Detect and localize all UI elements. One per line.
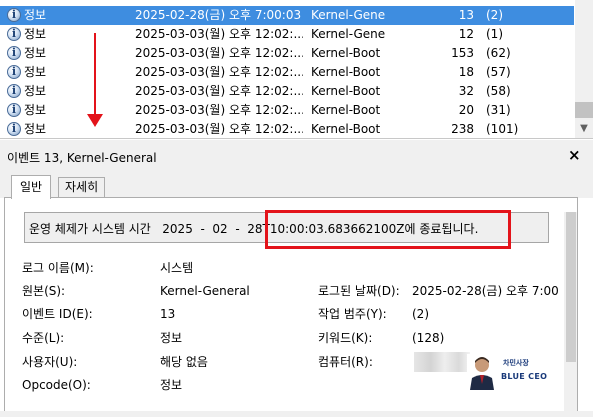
event-row[interactable]: 정보 2025-03-03(월) 오후 12:02:... Kernel-Boo… [0, 120, 574, 138]
panel-scrollbar[interactable] [564, 212, 577, 416]
event-id-label: 이벤트 ID(E): [22, 307, 93, 321]
event-source: Kernel-Gener [311, 8, 386, 22]
event-row[interactable]: 정보 2025-03-03(월) 오후 12:02:... Kernel-Boo… [0, 82, 574, 101]
event-category: (57) [486, 65, 511, 79]
event-date: 2025-03-03(월) 오후 12:02:... [135, 46, 303, 60]
computer-label: 컴퓨터(R): [318, 355, 373, 369]
event-date: 2025-02-28(금) 오후 7:00:03 [135, 8, 302, 22]
keywords-label: 키워드(K): [318, 331, 373, 345]
event-level: 정보 [24, 122, 47, 136]
level-label: 수준(L): [22, 331, 65, 345]
event-id: 20 [458, 103, 474, 117]
event-category: (62) [486, 46, 511, 60]
detail-header: 이벤트 13, Kernel-General × [0, 140, 593, 172]
event-source: Kernel-Boot [311, 103, 381, 117]
event-row[interactable]: 정보 2025-03-03(월) 오후 12:02:... Kernel-Gen… [0, 25, 574, 44]
event-row[interactable]: 정보 2025-03-03(월) 오후 12:02:... Kernel-Boo… [0, 44, 574, 63]
event-level: 정보 [24, 84, 47, 98]
event-category: (101) [486, 122, 519, 136]
event-date: 2025-03-03(월) 오후 12:02:... [135, 122, 303, 136]
event-date: 2025-03-03(월) 오후 12:02:... [135, 27, 303, 41]
event-level: 정보 [24, 103, 47, 117]
event-row[interactable]: 정보 2025-03-03(월) 오후 12:02:... Kernel-Boo… [0, 63, 574, 82]
info-icon [7, 8, 21, 22]
task-category-label: 작업 범주(Y): [318, 307, 387, 321]
event-row[interactable]: 정보 2025-03-03(월) 오후 12:02:... Kernel-Boo… [0, 101, 574, 120]
source-value: Kernel-General [160, 284, 250, 298]
event-level: 정보 [24, 27, 47, 41]
event-category: (58) [486, 84, 511, 98]
event-category: (31) [486, 103, 511, 117]
bottom-strip [0, 411, 593, 417]
event-level: 정보 [24, 46, 47, 60]
level-value: 정보 [160, 331, 183, 345]
event-category: (1) [486, 27, 503, 41]
event-category: (2) [486, 8, 503, 22]
info-icon [7, 122, 21, 136]
event-source: Kernel-Boot [311, 65, 381, 79]
event-level: 정보 [24, 8, 47, 22]
event-source: Kernel-Boot [311, 122, 381, 136]
watermark-top-text: 차민사장 [503, 359, 529, 367]
logged-date-label: 로그된 날짜(D): [318, 284, 400, 298]
event-source: Kernel-Boot [311, 46, 381, 60]
tab-details[interactable]: 자세히 [58, 177, 106, 198]
close-icon[interactable]: × [568, 146, 581, 164]
log-name-value: 시스템 [160, 261, 194, 275]
panel-scrollbar-thumb[interactable] [566, 212, 576, 362]
detail-tabs: 일반 자세히 [0, 172, 593, 199]
event-id-value: 13 [160, 307, 176, 321]
computer-value-blurred [414, 352, 470, 372]
logged-date-value: 2025-02-28(금) 오후 7:00 [412, 284, 559, 298]
event-date: 2025-03-03(월) 오후 12:02:... [135, 65, 303, 79]
user-value: 해당 없음 [160, 355, 208, 369]
event-source: Kernel-Boot [311, 84, 381, 98]
event-viewer: 정보 2025-02-28(금) 오후 7:00:03 Kernel-Gener… [0, 0, 593, 417]
tab-general[interactable]: 일반 [11, 175, 52, 199]
event-description: 운영 체제가 시스템 시간 2025 - 02 - 28T10:00:03.68… [29, 222, 479, 236]
event-list: 정보 2025-02-28(금) 오후 7:00:03 Kernel-Gener… [0, 0, 593, 139]
scroll-down-icon[interactable]: ▼ [575, 119, 593, 138]
user-label: 사용자(U): [22, 355, 78, 369]
list-scrollbar-thumb[interactable] [575, 102, 593, 118]
event-date: 2025-03-03(월) 오후 12:02:... [135, 84, 303, 98]
opcode-value: 정보 [160, 378, 183, 392]
event-id: 153 [451, 46, 474, 60]
info-icon [7, 84, 21, 98]
info-icon [7, 65, 21, 79]
event-level: 정보 [24, 65, 47, 79]
info-icon [7, 46, 21, 60]
event-id: 13 [458, 8, 474, 22]
source-label: 원본(S): [22, 284, 66, 298]
event-id: 238 [451, 122, 474, 136]
blue-ceo-watermark: 차민사장 BLUE CEO [467, 354, 551, 390]
watermark-bottom-text: BLUE CEO [501, 372, 548, 381]
event-id: 32 [458, 84, 474, 98]
event-row[interactable]: 정보 2025-02-28(금) 오후 7:00:03 Kernel-Gener… [0, 6, 574, 25]
opcode-label: Opcode(O): [22, 378, 91, 392]
info-icon [7, 27, 21, 41]
event-date: 2025-03-03(월) 오후 12:02:... [135, 103, 303, 117]
event-id: 12 [458, 27, 474, 41]
info-icon [7, 103, 21, 117]
ceo-portrait-icon [467, 354, 497, 390]
event-id: 18 [458, 65, 474, 79]
list-scrollbar[interactable]: ▼ [575, 0, 593, 138]
event-description-box[interactable]: 운영 체제가 시스템 시간 2025 - 02 - 28T10:00:03.68… [24, 212, 549, 243]
log-name-label: 로그 이름(M): [22, 261, 94, 275]
detail-title: 이벤트 13, Kernel-General [7, 151, 157, 165]
event-source: Kernel-Gene... [311, 27, 386, 41]
task-category-value: (2) [412, 307, 429, 321]
keywords-value: (128) [412, 331, 445, 345]
